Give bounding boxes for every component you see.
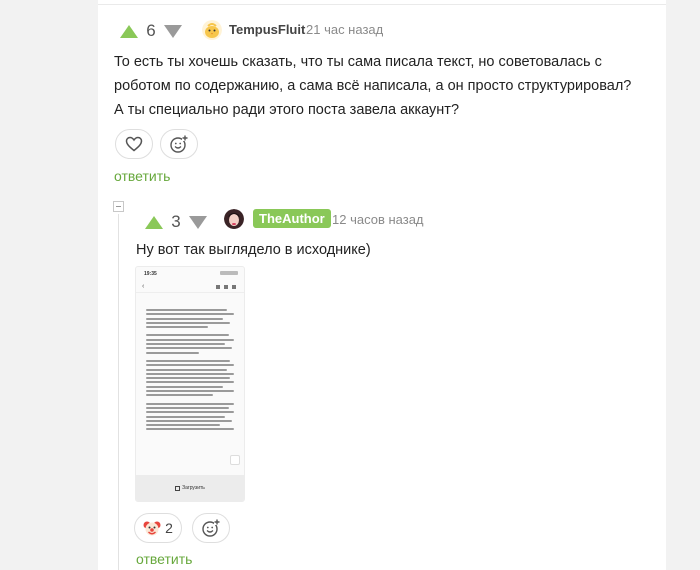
add-reaction-button[interactable] <box>192 513 230 543</box>
timestamp[interactable]: 21 час назад <box>306 22 383 37</box>
attached-screenshot[interactable]: 19:35 ‹ Загрузить <box>135 266 245 502</box>
comment-text: Ну вот так выглядело в исходнике) <box>136 242 371 258</box>
avatar-chick-icon <box>202 20 222 40</box>
thumb-toolbar-icons <box>216 285 236 289</box>
thread-line[interactable] <box>118 214 119 570</box>
thumb-status-icons <box>220 271 238 275</box>
upvote-icon[interactable] <box>120 24 138 38</box>
thumb-status-time: 19:35 <box>144 271 157 277</box>
collapse-thread-button[interactable] <box>113 201 124 212</box>
avatar[interactable] <box>224 209 244 229</box>
thumb-footer: Загрузить <box>136 475 244 501</box>
vote-count: 6 <box>146 21 156 40</box>
thumb-back-icon: ‹ <box>142 283 145 290</box>
thumb-footer-label: Загрузить <box>182 485 205 491</box>
top-divider <box>98 4 666 5</box>
comment2-vote: 3 <box>145 212 207 232</box>
reply-link[interactable]: ответить <box>136 551 192 567</box>
reaction-clown-button[interactable]: 2 <box>134 513 182 543</box>
smile-plus-icon <box>202 519 220 537</box>
heart-icon <box>125 136 143 152</box>
avatar[interactable] <box>202 20 222 40</box>
vote-count: 3 <box>171 212 181 231</box>
timestamp[interactable]: 12 часов назад <box>332 212 424 227</box>
reaction-count: 2 <box>165 520 173 536</box>
add-reaction-button[interactable] <box>160 129 198 159</box>
username[interactable]: TempusFluit <box>229 22 305 37</box>
downvote-icon[interactable] <box>189 215 207 229</box>
upvote-icon[interactable] <box>145 215 163 229</box>
thumb-upload-icon <box>175 485 181 491</box>
thumb-edit-icon <box>230 455 240 465</box>
smile-plus-icon <box>170 135 188 153</box>
clown-emoji-icon <box>143 521 161 536</box>
downvote-icon[interactable] <box>164 24 182 38</box>
comment1-vote: 6 <box>120 21 182 41</box>
like-button[interactable] <box>115 129 153 159</box>
avatar-portrait-icon <box>224 209 244 229</box>
reply-link[interactable]: ответить <box>114 168 170 184</box>
comments-card: 6 TempusFluit 21 час назад То есть ты хо… <box>98 0 666 570</box>
thumb-text-block <box>146 309 234 433</box>
author-badge[interactable]: TheAuthor <box>253 209 331 228</box>
comment-text: То есть ты хочешь сказать, что ты сама п… <box>114 54 632 118</box>
